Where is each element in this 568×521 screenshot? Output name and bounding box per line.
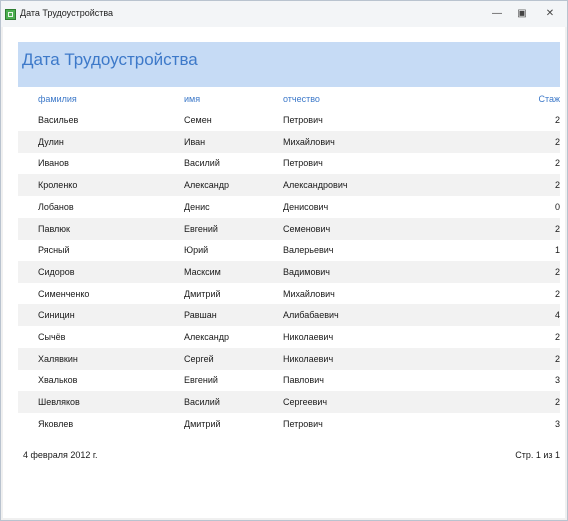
surname-cell: Сидоров: [38, 266, 75, 277]
patronymic-cell: Николаевич: [283, 353, 334, 364]
patronymic-cell: Вадимович: [283, 266, 330, 277]
restore-button[interactable]: ▣: [515, 8, 529, 20]
experience-cell: 0: [554, 201, 560, 212]
table-row: Иванов Василий Петрович 2: [18, 152, 560, 174]
table-row: Кроленко Александр Александрович 2: [18, 174, 560, 197]
table-row: Хвальков Евгений Павлович 3: [18, 369, 560, 391]
patronymic-cell: Валерьевич: [283, 245, 334, 256]
patronymic-cell: Павлович: [283, 375, 324, 386]
name-cell: Александр: [184, 180, 230, 191]
table-row: Рясный Юрий Валерьевич 1: [18, 239, 560, 261]
surname-cell: Лобанов: [38, 201, 74, 212]
name-cell: Масксим: [184, 266, 221, 277]
name-cell: Равшан: [184, 310, 217, 321]
name-cell: Дмитрий: [184, 288, 221, 299]
surname-cell: Хвальков: [38, 375, 78, 386]
minimize-button[interactable]: —: [490, 8, 504, 20]
surname-cell: Иванов: [38, 158, 69, 169]
patronymic-cell: Денисович: [283, 201, 329, 212]
surname-cell: Сычёв: [38, 332, 66, 342]
surname-cell: Дулин: [38, 136, 64, 147]
title-bar[interactable]: Дата Трудоустройства — ▣ ✕: [1, 1, 567, 27]
surname-cell: Кроленко: [38, 180, 78, 191]
experience-cell: 2: [554, 332, 560, 342]
name-cell: Денис: [184, 201, 210, 212]
experience-cell: 2: [554, 397, 560, 408]
patronymic-cell: Алибабаевич: [283, 310, 339, 321]
page-number: Стр. 1 из 1: [515, 450, 560, 460]
experience-cell: 2: [554, 180, 560, 191]
experience-cell: 2: [554, 136, 560, 147]
report-date: 4 февраля 2012 г.: [23, 450, 98, 460]
patronymic-cell: Михайлович: [283, 136, 335, 147]
close-button[interactable]: ✕: [543, 8, 557, 20]
experience-cell: 1: [554, 245, 560, 256]
surname-cell: Яковлев: [38, 418, 74, 429]
surname-cell: Халявкин: [38, 353, 78, 364]
table-row: Дулин Иван Михайлович 2: [18, 130, 560, 153]
report-window: Дата Трудоустройства — ▣ ✕ Дата Трудоуст…: [0, 0, 568, 521]
name-cell: Сергей: [184, 353, 214, 364]
name-cell: Евгений: [184, 223, 218, 234]
report-body: Дата Трудоустройства фамилия имя отчеств…: [3, 27, 565, 518]
experience-cell: 2: [554, 266, 560, 277]
column-header-patronymic: отчество: [283, 94, 320, 104]
surname-cell: Павлюк: [38, 223, 70, 234]
experience-cell: 4: [554, 310, 560, 321]
experience-cell: 2: [554, 288, 560, 299]
table-row: Яковлев Дмитрий Петрович 3: [18, 413, 560, 435]
experience-cell: 2: [554, 158, 560, 169]
access-report-icon: [5, 9, 16, 20]
table-row: Павлюк Евгений Семенович 2: [18, 217, 560, 240]
name-cell: Василий: [184, 397, 220, 408]
surname-cell: Шевляков: [38, 397, 80, 408]
table-row: Васильев Семен Петрович 2: [18, 109, 560, 131]
name-cell: Юрий: [184, 245, 209, 256]
surname-cell: Васильев: [38, 115, 79, 125]
patronymic-cell: Петрович: [283, 158, 323, 169]
name-cell: Семен: [184, 115, 212, 125]
patronymic-cell: Петрович: [283, 115, 323, 125]
patronymic-cell: Семенович: [283, 223, 331, 234]
column-header-surname: фамилия: [38, 94, 77, 104]
surname-cell: Рясный: [38, 245, 70, 256]
surname-cell: Синицин: [38, 310, 75, 321]
name-cell: Александр: [184, 332, 230, 342]
patronymic-cell: Петрович: [283, 418, 323, 429]
patronymic-cell: Михайлович: [283, 288, 335, 299]
table-row: Халявкин Сергей Николаевич 2: [18, 347, 560, 370]
table-row: Шевляков Василий Сергеевич 2: [18, 391, 560, 414]
patronymic-cell: Николаевич: [283, 332, 334, 342]
table-row: Сименченко Дмитрий Михайлович 2: [18, 283, 560, 305]
table-row: Синицин Равшан Алибабаевич 4: [18, 304, 560, 327]
window-title: Дата Трудоустройства: [20, 8, 114, 18]
name-cell: Дмитрий: [184, 418, 221, 429]
name-cell: Евгений: [184, 375, 218, 386]
report-header: Дата Трудоустройства: [18, 42, 560, 87]
experience-cell: 2: [554, 115, 560, 125]
report-title: Дата Трудоустройства: [22, 50, 198, 69]
surname-cell: Сименченко: [38, 288, 90, 299]
patronymic-cell: Александрович: [283, 180, 348, 191]
experience-cell: 3: [554, 418, 560, 429]
patronymic-cell: Сергеевич: [283, 397, 328, 408]
column-header-name: имя: [184, 94, 201, 104]
name-cell: Василий: [184, 158, 220, 169]
experience-cell: 2: [554, 223, 560, 234]
experience-cell: 2: [554, 353, 560, 364]
table-row: Сидоров Масксим Вадимович 2: [18, 260, 560, 283]
table-row: Сычёв Александр Николаевич 2: [18, 326, 560, 348]
table-row: Лобанов Денис Денисович 0: [18, 196, 560, 218]
column-header-experience: Стаж: [538, 94, 560, 104]
experience-cell: 3: [554, 375, 560, 386]
name-cell: Иван: [184, 136, 206, 147]
